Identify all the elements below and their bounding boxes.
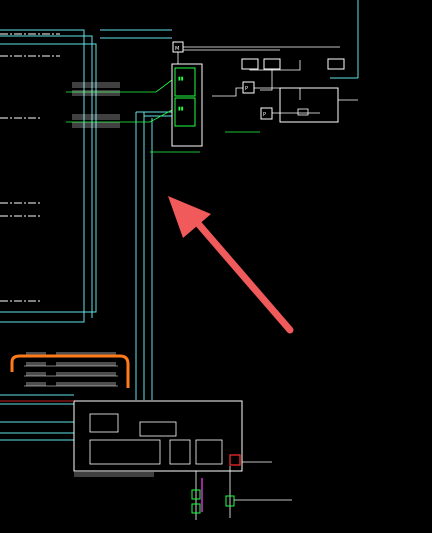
control-cabinet[interactable]: ▮▮ ▮▮ — [171, 63, 203, 147]
distribution-panel[interactable] — [0, 400, 243, 477]
svg-text:▮▮: ▮▮ — [178, 106, 184, 112]
pump-label-b: P — [263, 112, 266, 118]
cad-drawing-canvas[interactable]: ▮▮ ▮▮ M P P — [0, 0, 432, 533]
pointer-arrow-icon — [168, 196, 294, 334]
pump-label-a: P — [245, 86, 248, 92]
motor-label: M — [175, 46, 179, 52]
motor-symbol[interactable]: M — [172, 41, 184, 53]
left-border-lines — [0, 33, 60, 302]
pump-symbol-a[interactable]: P — [242, 81, 255, 94]
pump-symbol-b[interactable]: P — [260, 107, 273, 120]
terminal-boxes[interactable] — [241, 58, 345, 70]
right-device-box[interactable] — [279, 87, 358, 123]
svg-text:▮▮: ▮▮ — [178, 76, 184, 82]
